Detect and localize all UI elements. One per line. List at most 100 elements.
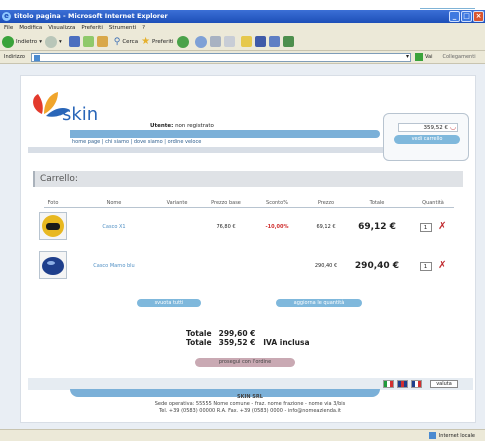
flag-italy-icon[interactable] bbox=[383, 380, 394, 388]
refresh-icon[interactable] bbox=[82, 36, 94, 47]
col-header: Prezzo base bbox=[211, 199, 241, 206]
language-flags bbox=[383, 380, 422, 388]
window-title: titolo pagina - Microsoft Internet Explo… bbox=[14, 12, 168, 20]
status-bar: Internet locale bbox=[0, 429, 485, 441]
address-bar: Indirizzo ▾ Vai Collegamenti bbox=[0, 51, 485, 64]
menu-tools[interactable]: Strumenti bbox=[109, 23, 136, 33]
close-button[interactable]: × bbox=[473, 11, 484, 22]
product-thumbnail[interactable] bbox=[39, 212, 67, 240]
unit-price: 290,40 € bbox=[314, 262, 338, 269]
page-icon bbox=[33, 54, 40, 61]
currency-button[interactable]: valuta bbox=[430, 380, 458, 388]
mail-icon[interactable] bbox=[209, 36, 221, 47]
print-icon[interactable] bbox=[223, 36, 235, 47]
totals-label: Totale bbox=[186, 338, 212, 347]
home-icon[interactable] bbox=[96, 36, 108, 47]
star-icon: ★ bbox=[141, 36, 151, 47]
col-header: Nome bbox=[106, 199, 122, 206]
address-input[interactable]: ▾ bbox=[30, 52, 411, 62]
messenger-icon[interactable] bbox=[254, 36, 266, 47]
line-total: 290,40 € bbox=[354, 260, 400, 271]
product-name[interactable]: Casco Marno blu bbox=[73, 246, 155, 285]
base-price: 76,80 € bbox=[216, 223, 236, 230]
totals-gross: 359,52 € bbox=[218, 338, 256, 347]
company-contacts: Tel. +39 (0583) 00000 R.A. Fax. +39 (058… bbox=[159, 408, 341, 414]
table-row: Casco Marno blu 290,40 € 290,40 € 1 ✗ bbox=[33, 246, 463, 285]
discount bbox=[253, 246, 301, 285]
flag-uk-icon[interactable] bbox=[397, 380, 408, 388]
user-value: non registrato bbox=[175, 123, 214, 129]
discount: -10,00% bbox=[265, 223, 289, 230]
menu-favorites[interactable]: Preferiti bbox=[81, 23, 103, 33]
divider bbox=[44, 207, 454, 208]
product-variant bbox=[155, 246, 199, 285]
back-arrow-icon bbox=[2, 35, 14, 48]
unit-price: 69,12 € bbox=[316, 223, 336, 230]
company-address: Sede operativa: 55555 Nome comune - fraz… bbox=[154, 401, 346, 407]
flag-france-icon[interactable] bbox=[411, 380, 422, 388]
menu-file[interactable]: File bbox=[4, 23, 13, 33]
view-cart-button[interactable]: vedi carrello bbox=[394, 135, 460, 144]
table-header-row: Foto Nome Variante Prezzo base Sconto% P… bbox=[33, 198, 463, 207]
window-titlebar: e titolo pagina - Microsoft Internet Exp… bbox=[0, 10, 485, 23]
base-price bbox=[199, 246, 253, 285]
chevron-down-icon: ▾ bbox=[58, 38, 62, 45]
company-name: SKIN SRL bbox=[237, 394, 263, 400]
minimize-button[interactable]: _ bbox=[449, 11, 460, 22]
nav-links[interactable]: home page | chi siamo | dove siamo | ord… bbox=[72, 139, 201, 145]
vat-note: IVA inclusa bbox=[263, 338, 310, 347]
chevron-down-icon[interactable]: ▾ bbox=[406, 53, 409, 60]
media-icon[interactable] bbox=[176, 35, 189, 48]
menu-view[interactable]: Visualizza bbox=[48, 23, 75, 33]
links-label[interactable]: Collegamenti bbox=[442, 54, 475, 60]
go-button[interactable]: Vai bbox=[414, 53, 432, 61]
window-controls: _ □ × bbox=[448, 10, 485, 23]
quantity-input[interactable]: 1 bbox=[419, 223, 432, 232]
user-status: Utente: non registrato bbox=[150, 123, 214, 129]
back-button[interactable]: Indietro ▾ bbox=[2, 35, 42, 48]
product-variant bbox=[155, 207, 199, 246]
logo-text: skin bbox=[62, 104, 99, 125]
forward-button[interactable]: ▾ bbox=[44, 35, 62, 48]
col-header: Totale bbox=[369, 199, 385, 206]
menu-help[interactable]: ? bbox=[142, 23, 145, 33]
clear-cart-button[interactable]: svuota tutti bbox=[137, 299, 201, 307]
menu-bar: File Modifica Visualizza Preferiti Strum… bbox=[0, 23, 485, 33]
section-title: Carrello: bbox=[33, 171, 463, 187]
search-button[interactable]: ⚲ Cerca bbox=[114, 37, 138, 47]
totals-label: Totale bbox=[186, 329, 212, 338]
folder-icon[interactable] bbox=[240, 36, 252, 47]
quantity-input[interactable]: 1 bbox=[419, 262, 432, 271]
totals-net: 299,60 € bbox=[218, 329, 256, 338]
maximize-button[interactable]: □ bbox=[461, 11, 472, 22]
history-icon[interactable] bbox=[194, 35, 207, 48]
research-icon[interactable] bbox=[268, 36, 280, 47]
proceed-order-button[interactable]: prosegui con l'ordine bbox=[195, 358, 295, 367]
cart-icon: ◡ bbox=[450, 123, 457, 131]
delete-icon[interactable]: ✗ bbox=[438, 260, 446, 271]
frame-line bbox=[420, 8, 475, 9]
forward-arrow-icon bbox=[44, 35, 57, 48]
product-name[interactable]: Casco X1 bbox=[73, 207, 155, 246]
user-label: Utente: bbox=[150, 123, 174, 129]
search-icon: ⚲ bbox=[113, 36, 121, 47]
nav-strip bbox=[70, 130, 380, 138]
cart-table: Foto Nome Variante Prezzo base Sconto% P… bbox=[33, 198, 463, 285]
favorites-button[interactable]: ★ Preferiti bbox=[141, 36, 174, 47]
col-header: Sconto% bbox=[266, 199, 288, 206]
delete-icon[interactable]: ✗ bbox=[438, 221, 446, 232]
ie-logo-icon: e bbox=[2, 12, 11, 21]
tools-icon[interactable] bbox=[282, 36, 294, 47]
col-header: Variante bbox=[166, 199, 188, 206]
table-row: Casco X1 76,80 € -10,00% 69,12 € 69,12 €… bbox=[33, 207, 463, 246]
stop-icon[interactable] bbox=[68, 36, 80, 47]
zone-label: Internet locale bbox=[438, 432, 475, 439]
menu-edit[interactable]: Modifica bbox=[19, 23, 42, 33]
product-thumbnail[interactable] bbox=[39, 251, 67, 279]
update-quantities-button[interactable]: aggiorna le quantità bbox=[276, 299, 362, 307]
footer-text: SKIN SRL Sede operativa: 55555 Nome comu… bbox=[60, 394, 440, 415]
chevron-down-icon: ▾ bbox=[39, 38, 42, 45]
helmet-icon bbox=[42, 215, 64, 237]
zone-icon bbox=[428, 432, 436, 439]
col-header: Quantità bbox=[422, 199, 444, 206]
